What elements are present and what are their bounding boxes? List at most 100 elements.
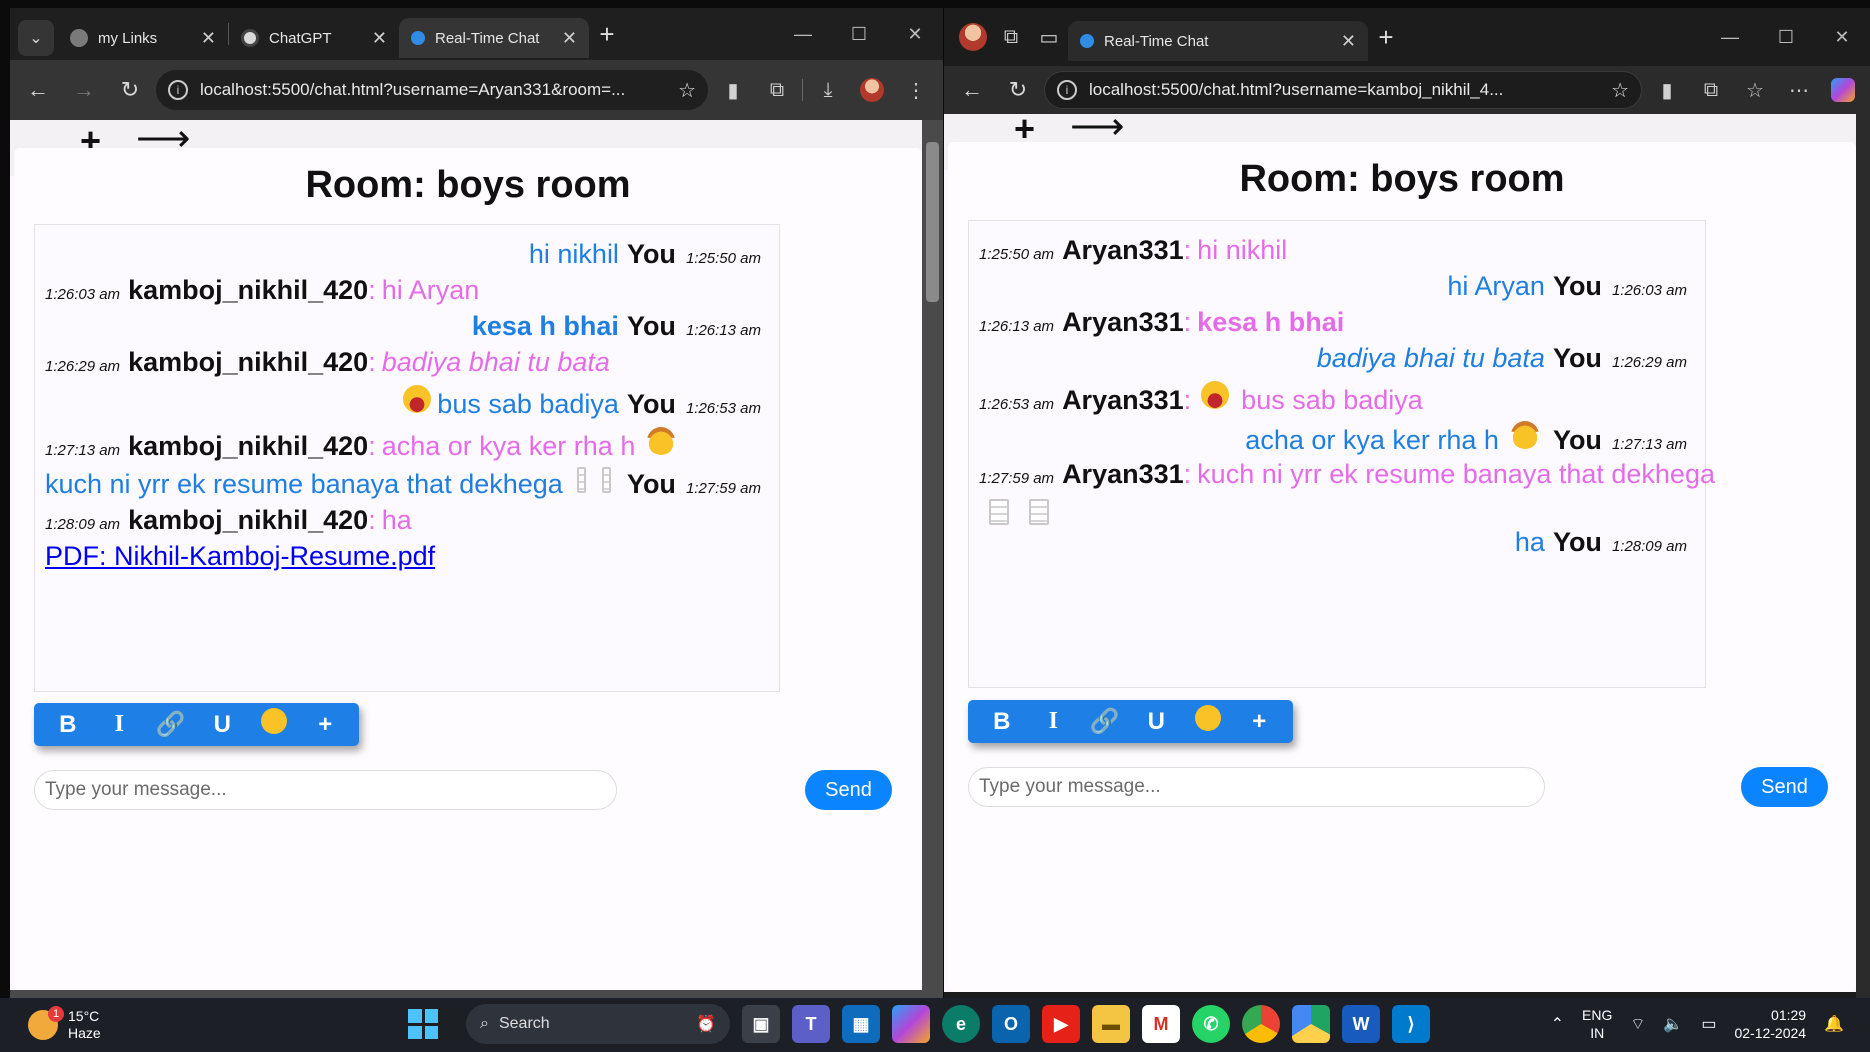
document-icon xyxy=(601,467,611,493)
clock[interactable]: 01:29 02-12-2024 xyxy=(1734,1006,1806,1042)
new-tab-plus-icon[interactable]: + xyxy=(1368,22,1404,53)
italic-button[interactable]: I xyxy=(1033,708,1073,735)
tab-my-links[interactable]: my Links ✕ xyxy=(58,18,228,58)
message-item: acha or kya ker rha h You 1:27:13 am xyxy=(979,421,1687,456)
close-icon[interactable]: ✕ xyxy=(562,28,577,49)
teams-icon[interactable]: T xyxy=(792,1005,830,1043)
tab-real-time-chat[interactable]: Real-Time Chat ✕ xyxy=(1068,21,1368,61)
word-icon[interactable]: W xyxy=(1342,1005,1380,1043)
link-icon[interactable]: 🔗 xyxy=(151,710,191,739)
profile-avatar[interactable] xyxy=(853,72,891,108)
profile-avatar[interactable] xyxy=(954,19,992,55)
outlook-icon[interactable]: O xyxy=(992,1005,1030,1043)
edge-app-icon[interactable]: e xyxy=(942,1005,980,1043)
close-icon[interactable]: ✕ xyxy=(372,28,387,49)
message-item: bus sab badiya You 1:26:53 am xyxy=(45,385,761,420)
weather-widget[interactable]: 1 15°C Haze xyxy=(28,1006,101,1042)
minimize-icon[interactable]: — xyxy=(775,24,831,45)
google-drive-icon[interactable] xyxy=(1292,1005,1330,1043)
extension-icon[interactable]: ▮ xyxy=(714,72,752,108)
message-input[interactable] xyxy=(968,767,1545,807)
close-icon[interactable]: ✕ xyxy=(201,28,216,49)
message-author: Aryan331 xyxy=(1062,235,1184,265)
new-tab-plus-icon[interactable]: + xyxy=(589,19,625,50)
settings-more-icon[interactable]: ⋯ xyxy=(1780,72,1818,108)
gmail-icon[interactable]: M xyxy=(1142,1005,1180,1043)
extensions-icon[interactable]: ⧉ xyxy=(1692,72,1730,108)
maximize-icon[interactable]: ☐ xyxy=(831,24,887,45)
message-item: 1:26:53 am Aryan331 : bus sab badiya xyxy=(979,381,1687,416)
pdf-attachment-link[interactable]: PDF: Nikhil-Kamboj-Resume.pdf xyxy=(45,541,435,572)
chrome-app-icon[interactable] xyxy=(1242,1005,1280,1043)
vertical-scrollbar[interactable] xyxy=(1856,114,1870,998)
room-title: Room: boys room xyxy=(1239,158,1565,200)
back-arrow-icon[interactable]: ← xyxy=(18,72,58,108)
tab-chatgpt[interactable]: ChatGPT ✕ xyxy=(229,18,399,58)
address-bar[interactable]: i localhost:5500/chat.html?username=kamb… xyxy=(1044,71,1642,109)
vertical-scrollbar[interactable] xyxy=(922,120,943,998)
battery-icon[interactable]: ▭ xyxy=(1701,1014,1716,1034)
star-icon[interactable]: ☆ xyxy=(678,78,696,103)
tab-title: Real-Time Chat xyxy=(1104,32,1209,50)
bold-button[interactable]: B xyxy=(982,708,1022,736)
maximize-icon[interactable]: ☐ xyxy=(1758,27,1814,48)
download-icon[interactable]: ⤓ xyxy=(809,72,847,108)
language-indicator[interactable]: ENG IN xyxy=(1582,1006,1612,1042)
favorite-star-icon[interactable]: ☆ xyxy=(1611,78,1629,103)
file-explorer-icon[interactable]: ▬ xyxy=(1092,1005,1130,1043)
info-icon[interactable]: i xyxy=(168,80,188,100)
send-button[interactable]: Send xyxy=(1741,767,1828,807)
copilot-app-icon[interactable] xyxy=(892,1005,930,1043)
italic-button[interactable]: I xyxy=(99,711,139,738)
close-window-icon[interactable]: ✕ xyxy=(887,24,943,45)
task-view-icon[interactable]: ▣ xyxy=(742,1005,780,1043)
close-icon[interactable]: ✕ xyxy=(1341,31,1356,52)
tab-search-chevron-icon[interactable]: ⌄ xyxy=(18,20,54,56)
notification-bell-icon[interactable]: 🔔 xyxy=(1824,1014,1844,1034)
close-window-icon[interactable]: ✕ xyxy=(1814,27,1870,48)
emoji-button[interactable] xyxy=(1188,705,1228,738)
message-item: kesa h bhai You 1:26:13 am xyxy=(45,311,761,342)
clock-date: 02-12-2024 xyxy=(1734,1025,1807,1041)
underline-button[interactable]: U xyxy=(202,711,242,739)
minimize-icon[interactable]: — xyxy=(1702,27,1758,48)
vertical-tabs-icon[interactable]: ▭ xyxy=(1030,19,1068,55)
menu-dots-icon[interactable]: ⋮ xyxy=(897,72,935,108)
underline-button[interactable]: U xyxy=(1136,708,1176,736)
reload-icon[interactable]: ↻ xyxy=(110,72,150,108)
emoji-button[interactable] xyxy=(254,708,294,741)
info-icon[interactable]: i xyxy=(1057,80,1077,100)
attach-plus-button[interactable]: + xyxy=(1239,708,1279,736)
copilot-icon[interactable] xyxy=(1824,72,1862,108)
message-author: You xyxy=(626,239,676,269)
whatsapp-icon[interactable]: ✆ xyxy=(1192,1005,1230,1043)
back-arrow-icon[interactable]: ← xyxy=(952,72,992,108)
vscode-icon[interactable]: ⟩ xyxy=(1392,1005,1430,1043)
favorites-icon[interactable]: ☆ xyxy=(1736,72,1774,108)
link-icon[interactable]: 🔗 xyxy=(1085,707,1125,736)
volume-icon[interactable]: 🔈 xyxy=(1663,1014,1683,1034)
reload-icon[interactable]: ↻ xyxy=(998,72,1038,108)
message-text: hi Aryan xyxy=(1447,271,1545,301)
forward-arrow-icon[interactable]: → xyxy=(64,72,104,108)
message-author: You xyxy=(626,311,676,341)
taskbar-apps: ⌕ Search ⏰ ▣ T ▦ e O ▶ ▬ M ✆ W ⟩ xyxy=(404,1004,1430,1044)
store-icon[interactable]: ▦ xyxy=(842,1005,880,1043)
message-time: 1:27:59 am xyxy=(685,480,761,497)
tab-real-time-chat[interactable]: Real-Time Chat ✕ xyxy=(399,18,589,58)
start-button[interactable] xyxy=(404,1005,442,1043)
horizontal-scrollbar[interactable] xyxy=(10,990,922,998)
chevron-up-icon[interactable]: ⌃ xyxy=(1551,1014,1564,1034)
send-button[interactable]: Send xyxy=(805,770,892,810)
wifi-icon[interactable]: ⌔ xyxy=(1630,1014,1645,1034)
puzzle-icon[interactable]: ⧉ xyxy=(758,72,796,108)
youtube-icon[interactable]: ▶ xyxy=(1042,1005,1080,1043)
notification-badge: 1 xyxy=(48,1006,64,1022)
message-input[interactable] xyxy=(34,770,617,810)
attach-plus-button[interactable]: + xyxy=(305,711,345,739)
taskbar-search[interactable]: ⌕ Search ⏰ xyxy=(466,1004,730,1044)
bold-button[interactable]: B xyxy=(48,711,88,739)
workspaces-icon[interactable]: ⧉ xyxy=(992,19,1030,55)
split-screen-icon[interactable]: ▮ xyxy=(1648,72,1686,108)
address-bar[interactable]: i localhost:5500/chat.html?username=Arya… xyxy=(156,70,708,110)
